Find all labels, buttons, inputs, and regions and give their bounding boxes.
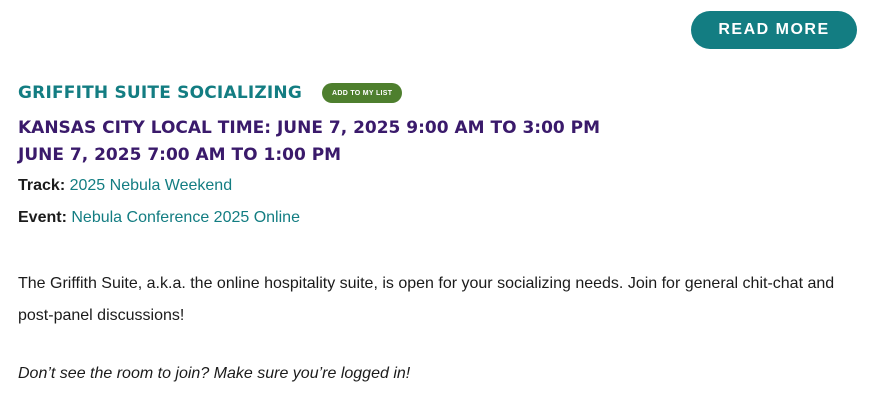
event-description: The Griffith Suite, a.k.a. the online ho… [18, 275, 835, 324]
event-label: Event: [18, 209, 67, 226]
login-note: Don’t see the room to join? Make sure yo… [18, 365, 411, 382]
event-title[interactable]: Griffith Suite Socializing [18, 83, 302, 103]
event-title-row: Griffith Suite Socializing ADD TO MY LIS… [18, 83, 403, 103]
track-label: Track: [18, 177, 66, 194]
event-row: Event: Nebula Conference 2025 Online [18, 209, 300, 227]
read-more-button[interactable]: READ MORE [691, 11, 857, 49]
track-row: Track: 2025 Nebula Weekend [18, 177, 232, 195]
user-time: June 7, 2025 7:00 am to 1:00 pm [18, 145, 342, 165]
add-to-my-list-button[interactable]: ADD TO MY LIST [322, 83, 403, 103]
local-time: Kansas City Local Time: June 7, 2025 9:0… [18, 118, 601, 138]
track-link[interactable]: 2025 Nebula Weekend [70, 177, 233, 194]
event-link[interactable]: Nebula Conference 2025 Online [71, 209, 300, 226]
